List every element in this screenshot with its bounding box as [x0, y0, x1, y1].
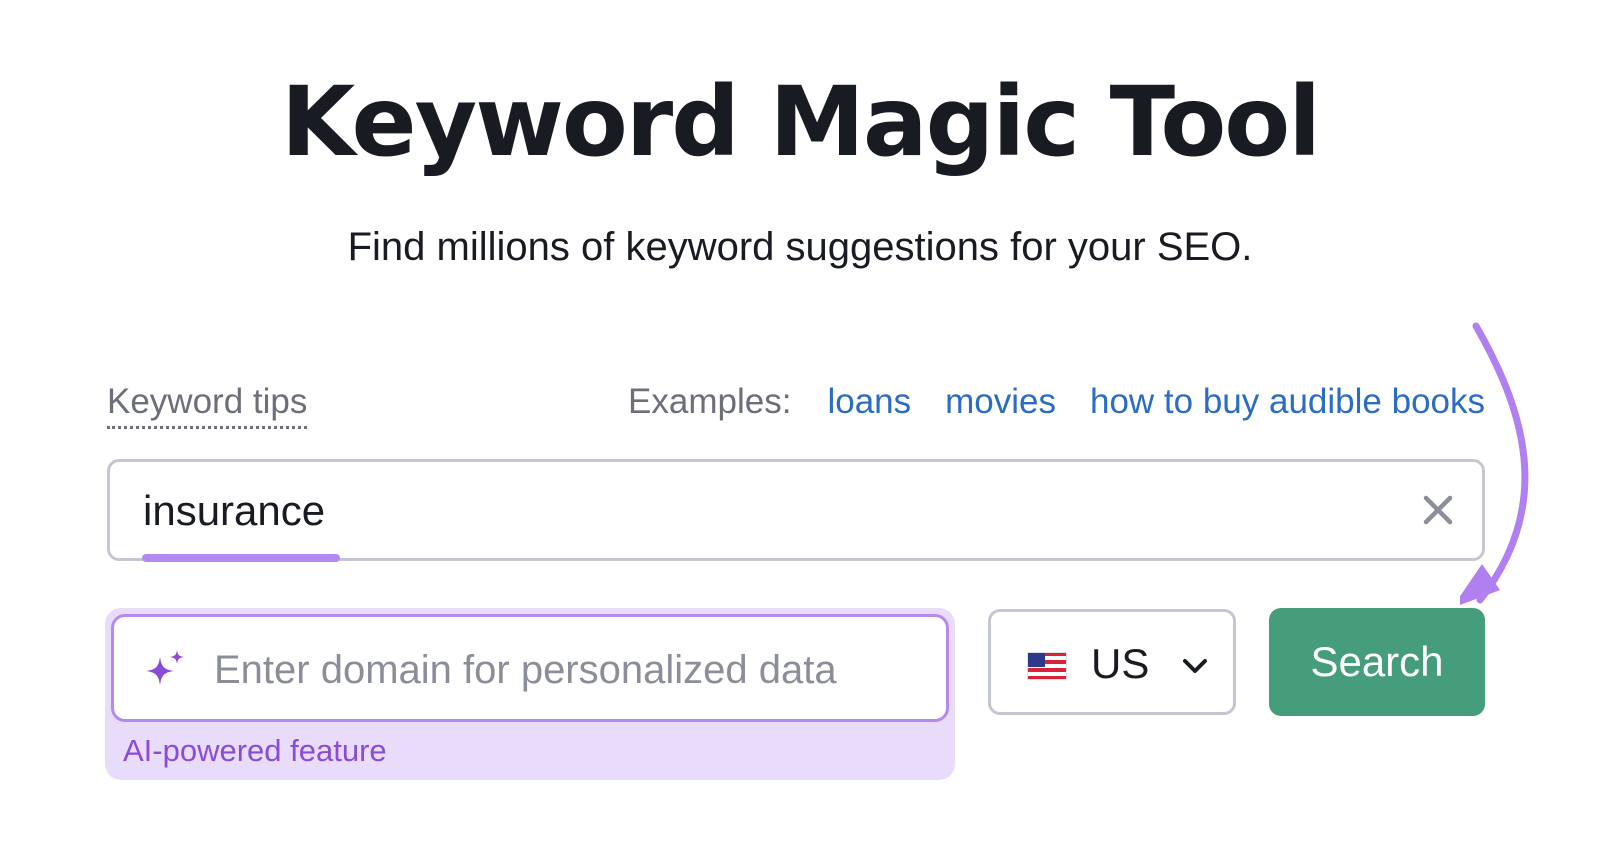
example-link-how-to-buy-audible-books[interactable]: how to buy audible books: [1090, 380, 1485, 424]
ai-domain-panel: Enter domain for personalized data AI-po…: [105, 608, 955, 780]
page-subtitle: Find millions of keyword suggestions for…: [347, 225, 1253, 269]
us-flag-icon: [1027, 652, 1067, 680]
keyword-search-input[interactable]: insurance: [107, 459, 1485, 562]
close-icon[interactable]: [1420, 492, 1456, 528]
keyword-highlight-underline: [142, 554, 340, 562]
search-button[interactable]: Search: [1269, 608, 1485, 716]
country-code: US: [1091, 640, 1150, 687]
ai-powered-feature-label: AI-powered feature: [123, 733, 387, 768]
examples-row: Examples: loans movies how to buy audibl…: [628, 380, 1485, 424]
annotation-arrow-icon: [1460, 322, 1529, 605]
examples-label: Examples:: [628, 382, 792, 421]
chevron-down-icon: [1183, 659, 1207, 673]
example-link-loans[interactable]: loans: [827, 380, 911, 424]
domain-input-placeholder[interactable]: Enter domain for personalized data: [214, 645, 837, 695]
sparkle-icon: [146, 650, 184, 685]
keyword-search-value[interactable]: insurance: [143, 486, 325, 536]
domain-input[interactable]: Enter domain for personalized data: [111, 614, 949, 722]
country-select[interactable]: US: [988, 609, 1236, 715]
page-title: Keyword Magic Tool: [280, 66, 1321, 178]
example-link-movies[interactable]: movies: [945, 380, 1056, 424]
keyword-tips-link[interactable]: Keyword tips: [107, 380, 308, 429]
